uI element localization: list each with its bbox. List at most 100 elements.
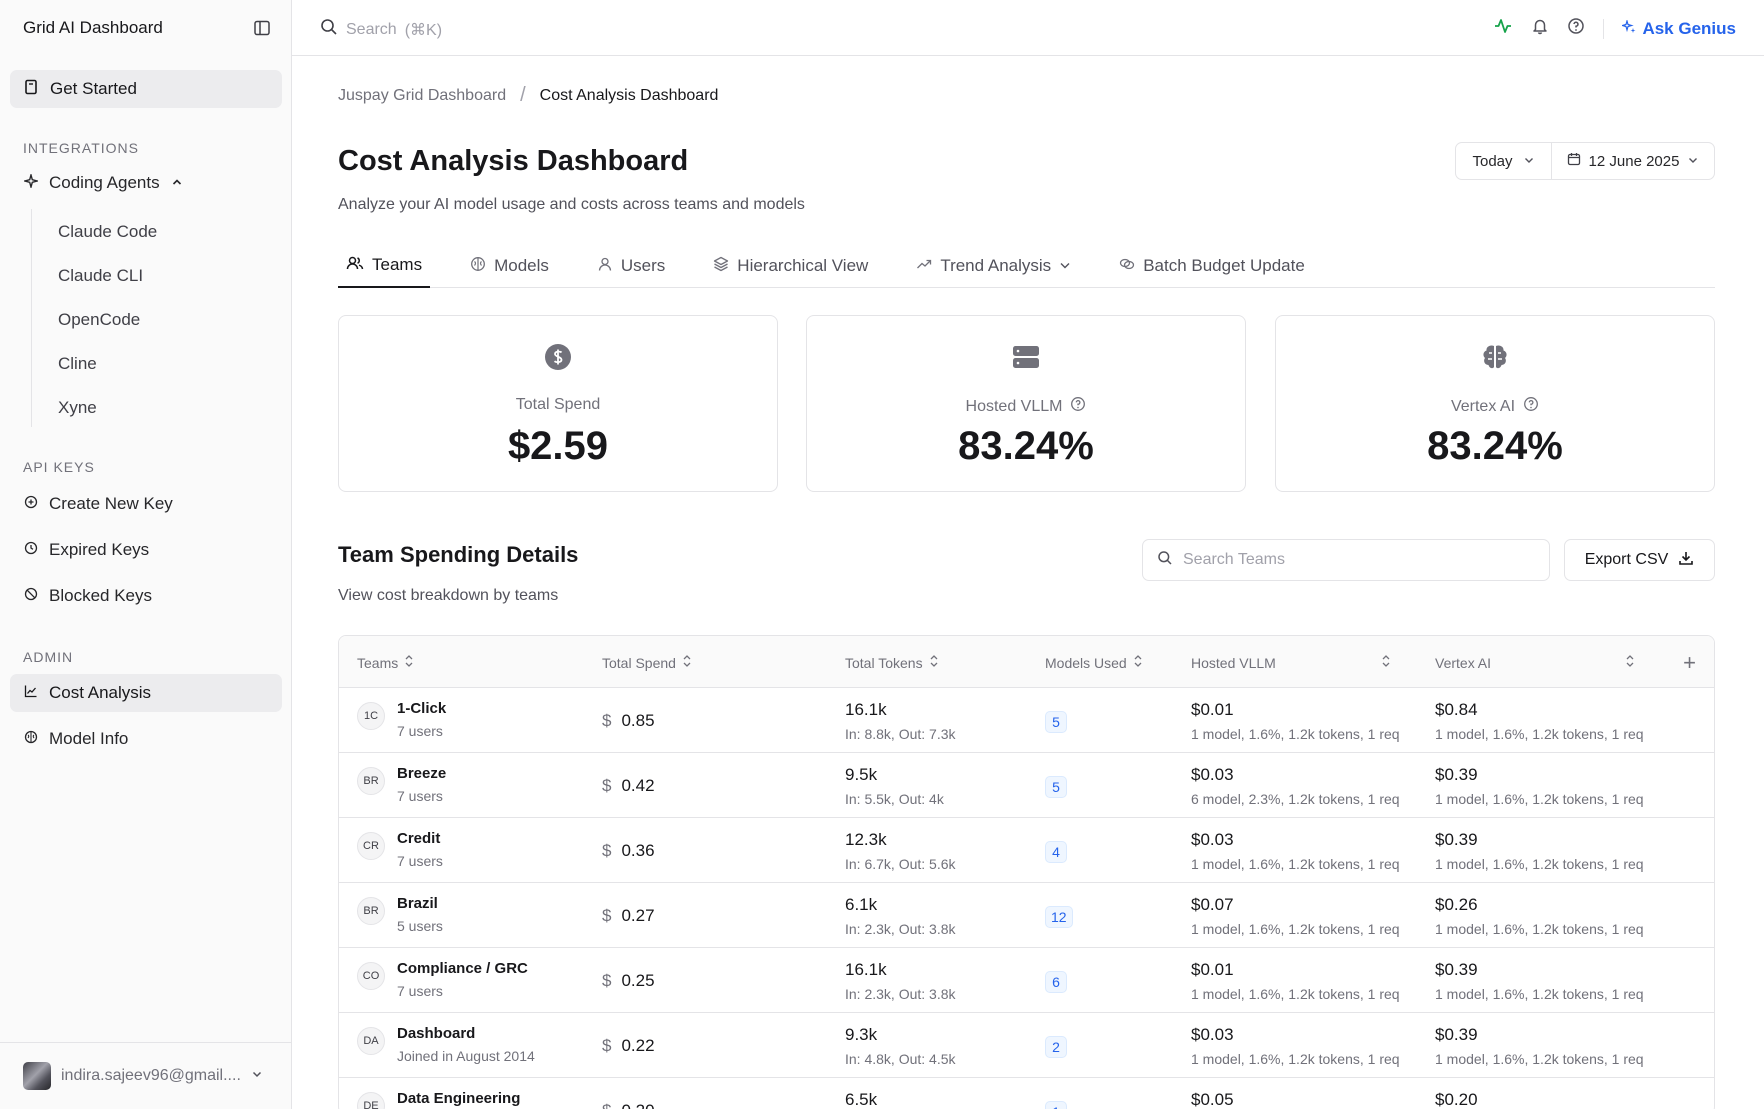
breadcrumb: Juspay Grid Dashboard / Cost Analysis Da… xyxy=(338,84,718,107)
team-cell: CR Credit 7 users xyxy=(357,830,443,869)
col-teams-label: Teams xyxy=(357,654,399,671)
table-row[interactable]: DE Data Engineering $0.20 6.5k 1 $0.05 $… xyxy=(339,1078,1714,1109)
api-keys-label: API KEYS xyxy=(23,459,95,475)
date-picker[interactable]: 12 June 2025 xyxy=(1552,143,1714,179)
stat-value: 83.24% xyxy=(958,424,1094,468)
models-used-badge: 6 xyxy=(1045,971,1067,993)
trending-up-icon xyxy=(916,256,932,277)
nav-get-started[interactable]: Get Started xyxy=(10,70,282,108)
info-icon[interactable] xyxy=(1070,396,1086,417)
col-models-used[interactable]: Models Used xyxy=(1045,654,1143,671)
col-total-tokens[interactable]: Total Tokens xyxy=(845,654,939,671)
nav-expired-keys[interactable]: Expired Keys xyxy=(10,531,282,569)
tab-batch-budget-update[interactable]: Batch Budget Update xyxy=(1111,250,1313,288)
sparkles-icon xyxy=(1620,18,1636,39)
plus-circle-icon xyxy=(24,494,38,514)
search-icon xyxy=(1157,550,1173,571)
brain-icon xyxy=(24,729,38,749)
tokens-value: 6.1k xyxy=(845,895,878,914)
admin-label: ADMIN xyxy=(23,649,74,665)
nav-opencode[interactable]: OpenCode xyxy=(58,310,140,330)
team-name: Dashboard xyxy=(397,1025,476,1042)
global-search[interactable]: Search (⌘K) xyxy=(320,18,442,41)
models-used-badge: 4 xyxy=(1045,841,1067,863)
tab-bar: Teams Models Users Hierarchical View Tre… xyxy=(338,250,1715,288)
page-title: Cost Analysis Dashboard xyxy=(338,145,689,177)
spend-cell: $0.27 xyxy=(602,906,655,926)
vllm-cell: $0.07 1 model, 1.6%, 1.2k tokens, 1 req xyxy=(1191,895,1400,937)
nav-create-new-key[interactable]: Create New Key xyxy=(10,485,282,523)
tab-hierarchical-view[interactable]: Hierarchical View xyxy=(705,250,876,288)
col-hosted-vllm[interactable]: Hosted VLLM xyxy=(1191,654,1391,671)
nav-coding-agents[interactable]: Coding Agents xyxy=(10,164,282,202)
nav-model-info[interactable]: Model Info xyxy=(10,720,282,758)
vllm-cell: $0.01 1 model, 1.6%, 1.2k tokens, 1 req xyxy=(1191,960,1400,1002)
tokens-value: 9.3k xyxy=(845,1025,878,1044)
nav-xyne[interactable]: Xyne xyxy=(58,398,97,418)
breadcrumb-separator: / xyxy=(520,84,526,106)
tab-users[interactable]: Users xyxy=(589,250,673,288)
nav-claude-cli[interactable]: Claude CLI xyxy=(58,266,143,286)
tab-teams[interactable]: Teams xyxy=(338,250,431,288)
nav-blocked-keys[interactable]: Blocked Keys xyxy=(10,577,282,615)
team-meta: 7 users xyxy=(397,983,443,999)
spend-value: 0.25 xyxy=(621,971,655,990)
vllm-detail: 1 model, 1.6%, 1.2k tokens, 1 req xyxy=(1191,986,1400,1002)
user-menu[interactable]: indira.sajeev96@gmail.... xyxy=(0,1042,292,1109)
info-icon[interactable] xyxy=(1523,396,1539,417)
sidebar-toggle-icon[interactable] xyxy=(253,19,271,37)
ask-genius-button[interactable]: Ask Genius xyxy=(1620,18,1736,39)
stat-label: Hosted VLLM xyxy=(807,396,1245,417)
vllm-cost: $0.05 xyxy=(1191,1090,1234,1109)
vllm-cost: $0.01 xyxy=(1191,960,1234,979)
team-name: Breeze xyxy=(397,765,447,782)
team-meta: Joined in August 2014 xyxy=(397,1048,535,1064)
tokens-cell: 16.1k In: 8.8k, Out: 7.3k xyxy=(845,700,956,742)
activity-icon[interactable] xyxy=(1493,16,1513,41)
sort-icon xyxy=(404,654,414,671)
vllm-detail: 1 model, 1.6%, 1.2k tokens, 1 req xyxy=(1191,726,1400,742)
help-icon[interactable] xyxy=(1567,17,1585,40)
team-meta: 7 users xyxy=(397,853,443,869)
add-column-icon[interactable]: + xyxy=(1683,650,1696,676)
vllm-cost: $0.03 xyxy=(1191,765,1234,784)
vertex-detail: 1 model, 1.6%, 1.2k tokens, 1 req xyxy=(1435,856,1644,872)
models-used-badge: 5 xyxy=(1045,776,1067,798)
vllm-detail: 6 model, 2.3%, 1.2k tokens, 1 req xyxy=(1191,791,1400,807)
tokens-value: 6.5k xyxy=(845,1090,878,1109)
team-search-input[interactable] xyxy=(1183,551,1523,569)
team-meta: 5 users xyxy=(397,918,443,934)
col-teams[interactable]: Teams xyxy=(357,654,414,671)
spend-value: 0.42 xyxy=(621,776,655,795)
stat-value: 83.24% xyxy=(1427,424,1563,468)
table-row[interactable]: DA Dashboard Joined in August 2014 $0.22 … xyxy=(339,1013,1714,1078)
tokens-value: 9.5k xyxy=(845,765,878,784)
period-select[interactable]: Today xyxy=(1456,143,1552,179)
bell-icon[interactable] xyxy=(1531,17,1549,40)
nav-cost-analysis[interactable]: Cost Analysis xyxy=(10,674,282,712)
export-csv-button[interactable]: Export CSV xyxy=(1564,539,1715,581)
breadcrumb-parent[interactable]: Juspay Grid Dashboard xyxy=(338,87,506,105)
nav-cline[interactable]: Cline xyxy=(58,354,97,374)
col-total-spend[interactable]: Total Spend xyxy=(602,654,692,671)
tab-trend-analysis[interactable]: Trend Analysis xyxy=(908,250,1079,288)
team-name: 1-Click xyxy=(397,700,447,717)
col-vertex-ai[interactable]: Vertex AI xyxy=(1435,654,1635,671)
nav-claude-code[interactable]: Claude Code xyxy=(58,222,157,242)
table-row[interactable]: CR Credit 7 users $0.36 12.3k In: 6.7k, Ou… xyxy=(339,818,1714,883)
table-row[interactable]: 1C 1-Click 7 users $0.85 16.1k In: 8.8k, O… xyxy=(339,688,1714,753)
table-row[interactable]: BR Brazil 5 users $0.27 6.1k In: 2.3k, Out… xyxy=(339,883,1714,948)
download-icon xyxy=(1678,550,1694,571)
spend-cell: $0.85 xyxy=(602,711,655,731)
tokens-detail: In: 2.3k, Out: 3.8k xyxy=(845,921,956,937)
tab-models[interactable]: Models xyxy=(462,250,557,288)
vllm-cell: $0.01 1 model, 1.6%, 1.2k tokens, 1 req xyxy=(1191,700,1400,742)
tab-teams-label: Teams xyxy=(372,255,423,274)
chevron-down-icon xyxy=(251,1067,263,1085)
tokens-value: 16.1k xyxy=(845,700,887,719)
chevron-down-icon xyxy=(1523,153,1535,170)
topbar: Search (⌘K) Ask Genius xyxy=(292,0,1764,56)
vertex-cost: $0.39 xyxy=(1435,960,1478,979)
table-row[interactable]: BR Breeze 7 users $0.42 9.5k In: 5.5k, Out… xyxy=(339,753,1714,818)
table-row[interactable]: CO Compliance / GRC 7 users $0.25 16.1k In… xyxy=(339,948,1714,1013)
